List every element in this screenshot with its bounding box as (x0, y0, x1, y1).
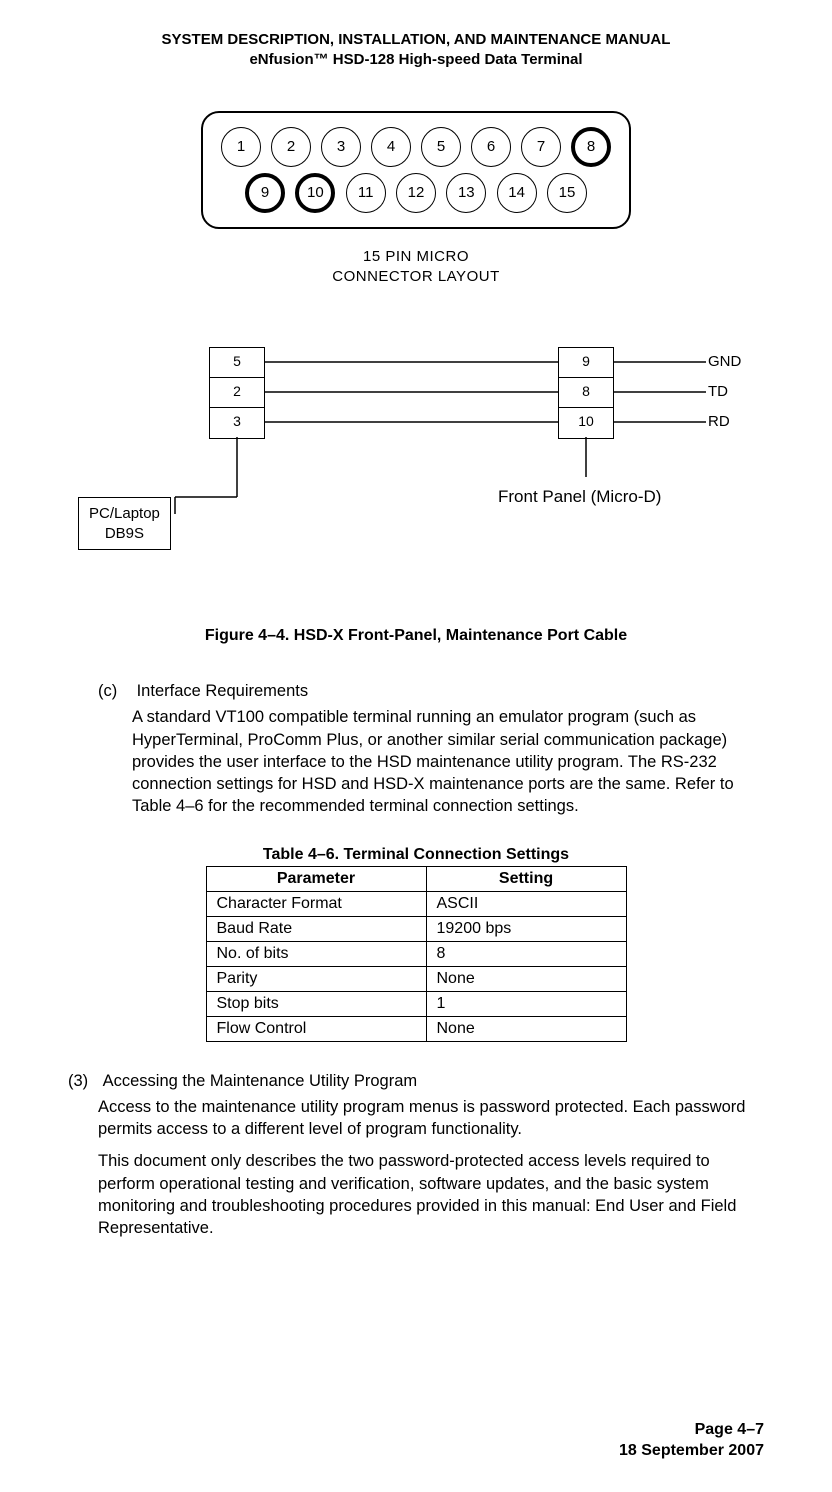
pin-8: 8 (571, 127, 611, 167)
connector-label: 15 PIN MICRO CONNECTOR LAYOUT (201, 247, 631, 288)
section-c: (c) Interface Requirements A standard VT… (98, 680, 764, 818)
pc-line2: DB9S (89, 524, 160, 544)
footer-page: Page 4–7 (619, 1419, 764, 1441)
section-3-number: (3) (68, 1070, 98, 1092)
pin-row-top: 12345678 (221, 127, 611, 167)
section-c-body: A standard VT100 compatible terminal run… (132, 706, 764, 817)
setting-cell: ASCII (426, 891, 626, 916)
wiring-diagram: 5 2 3 9 8 10 GND TD RD PC/Laptop DB9S Fr… (68, 347, 764, 577)
table-caption: Table 4–6. Terminal Connection Settings (68, 846, 764, 864)
pin-10: 10 (295, 173, 335, 213)
section-3-body: Access to the maintenance utility progra… (98, 1096, 764, 1240)
signal-rd: RD (708, 407, 741, 437)
section-3-title: Accessing the Maintenance Utility Progra… (103, 1070, 418, 1092)
header-line1: SYSTEM DESCRIPTION, INSTALLATION, AND MA… (68, 30, 764, 50)
param-cell: Character Format (206, 891, 426, 916)
pin-13: 13 (446, 173, 486, 213)
pin-1: 1 (221, 127, 261, 167)
table-row: Character FormatASCII (206, 891, 626, 916)
right-pin-0: 9 (559, 348, 613, 378)
setting-cell: 8 (426, 941, 626, 966)
figure-caption: Figure 4–4. HSD-X Front-Panel, Maintenan… (68, 627, 764, 645)
signal-gnd: GND (708, 347, 741, 377)
pc-laptop-box: PC/Laptop DB9S (78, 497, 171, 550)
param-cell: Stop bits (206, 991, 426, 1016)
pin-9: 9 (245, 173, 285, 213)
section-c-title: Interface Requirements (137, 680, 309, 702)
pin-6: 6 (471, 127, 511, 167)
section-3: (3) Accessing the Maintenance Utility Pr… (68, 1070, 764, 1240)
left-pin-2: 3 (210, 408, 264, 438)
pin-row-bottom: 910 111213 1415 (221, 173, 611, 213)
section-3-p2: This document only describes the two pas… (98, 1150, 764, 1239)
param-cell: Baud Rate (206, 916, 426, 941)
connector-label-2: CONNECTOR LAYOUT (201, 267, 631, 287)
pin-14: 14 (497, 173, 537, 213)
right-pin-2: 10 (559, 408, 613, 438)
setting-cell: None (426, 966, 626, 991)
setting-cell: 1 (426, 991, 626, 1016)
wire-lines (68, 347, 768, 577)
connector-box: 12345678 9101112131415 (201, 111, 631, 229)
pin-7: 7 (521, 127, 561, 167)
table-row: Flow ControlNone (206, 1016, 626, 1041)
signal-td: TD (708, 377, 741, 407)
th-setting: Setting (426, 866, 626, 891)
pin-3: 3 (321, 127, 361, 167)
section-3-p1: Access to the maintenance utility progra… (98, 1096, 764, 1141)
settings-table: Parameter Setting Character FormatASCIIB… (206, 866, 627, 1042)
signal-labels: GND TD RD (708, 347, 741, 437)
pin-2: 2 (271, 127, 311, 167)
right-pin-1: 8 (559, 378, 613, 408)
pc-line1: PC/Laptop (89, 504, 160, 524)
pin-5: 5 (421, 127, 461, 167)
header-line2: eNfusion™ HSD-128 High-speed Data Termin… (68, 50, 764, 70)
front-panel-label: Front Panel (Micro-D) (498, 487, 661, 507)
param-cell: Parity (206, 966, 426, 991)
left-pin-1: 2 (210, 378, 264, 408)
section-c-letter: (c) (98, 680, 132, 702)
table-row: Stop bits1 (206, 991, 626, 1016)
connector-diagram: 12345678 9101112131415 15 PIN MICRO CONN… (201, 111, 631, 288)
th-parameter: Parameter (206, 866, 426, 891)
footer-date: 18 September 2007 (619, 1440, 764, 1462)
table-row: ParityNone (206, 966, 626, 991)
param-cell: Flow Control (206, 1016, 426, 1041)
left-pin-0: 5 (210, 348, 264, 378)
table-row: Baud Rate19200 bps (206, 916, 626, 941)
doc-header: SYSTEM DESCRIPTION, INSTALLATION, AND MA… (68, 30, 764, 71)
pin-15: 15 (547, 173, 587, 213)
pin-12: 12 (396, 173, 436, 213)
setting-cell: None (426, 1016, 626, 1041)
pin-block-right: 9 8 10 (558, 347, 614, 439)
param-cell: No. of bits (206, 941, 426, 966)
pin-4: 4 (371, 127, 411, 167)
table-row: No. of bits8 (206, 941, 626, 966)
setting-cell: 19200 bps (426, 916, 626, 941)
footer: Page 4–7 18 September 2007 (619, 1419, 764, 1462)
pin-block-left: 5 2 3 (209, 347, 265, 439)
pin-11: 11 (346, 173, 386, 213)
connector-label-1: 15 PIN MICRO (201, 247, 631, 267)
